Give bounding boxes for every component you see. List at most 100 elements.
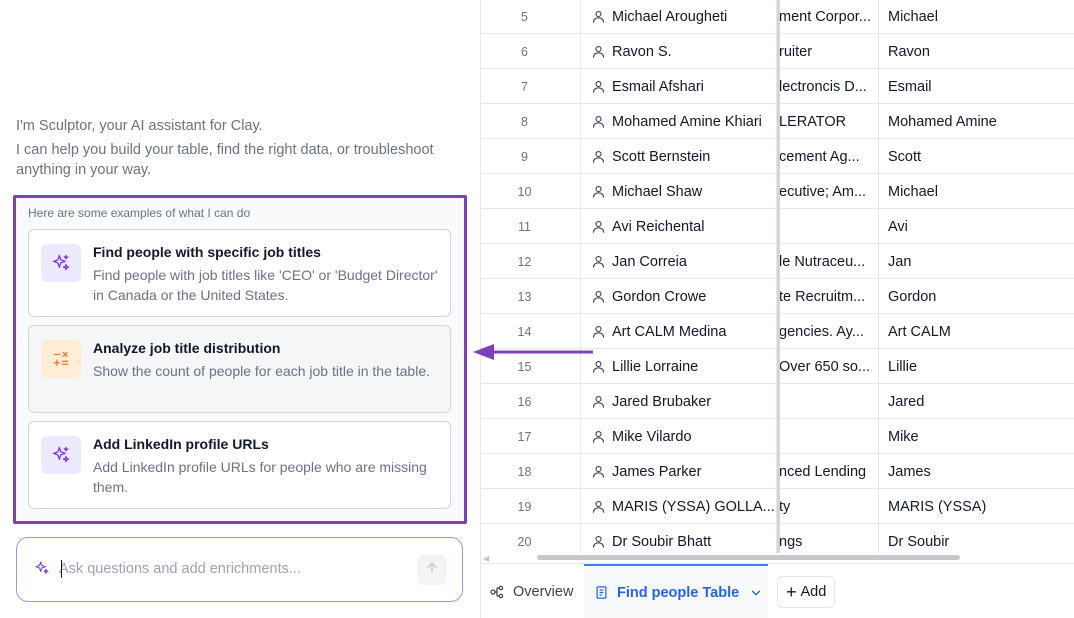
- company-cell[interactable]: ty: [779, 489, 879, 524]
- chevron-down-icon[interactable]: [749, 586, 763, 600]
- scrollbar-thumb[interactable]: [537, 555, 960, 560]
- example-description: Find people with job titles like 'CEO' o…: [93, 267, 438, 303]
- company-cell[interactable]: gencies. Ay...: [779, 314, 879, 349]
- company-cell[interactable]: te Recruitm...: [779, 279, 879, 314]
- first-name-cell[interactable]: Mohamed Amine: [880, 104, 1074, 139]
- example-card-analyze-titles[interactable]: Analyze job title distribution Show the …: [28, 325, 451, 413]
- name-cell[interactable]: Scott Bernstein: [581, 139, 777, 174]
- name-text: Jan Correia: [612, 253, 687, 270]
- name-cell[interactable]: Lillie Lorraine: [581, 349, 777, 384]
- name-text: Mohamed Amine Khiari: [612, 113, 762, 130]
- horizontal-scrollbar[interactable]: ◀: [481, 553, 1074, 563]
- first-name-text: Lillie: [888, 358, 918, 375]
- row-number-text: 14: [517, 324, 532, 339]
- first-name-cell[interactable]: Gordon: [880, 279, 1074, 314]
- row-number: 11: [481, 209, 581, 244]
- first-name-cell[interactable]: Esmail: [880, 69, 1074, 104]
- name-cell[interactable]: Esmail Afshari: [581, 69, 777, 104]
- add-table-button[interactable]: + Add: [777, 576, 836, 608]
- name-cell[interactable]: Jan Correia: [581, 244, 777, 279]
- person-icon: [591, 114, 606, 129]
- person-icon: [591, 429, 606, 444]
- company-cell[interactable]: ment Corpor...: [779, 0, 879, 34]
- name-text: Esmail Afshari: [612, 78, 704, 95]
- company-cell[interactable]: Over 650 so...: [779, 349, 879, 384]
- example-title: Add LinkedIn profile URLs: [93, 436, 269, 452]
- row-number-text: 15: [517, 359, 532, 374]
- example-description: Show the count of people for each job ti…: [93, 363, 431, 379]
- first-name-cell[interactable]: Mike: [880, 419, 1074, 454]
- name-text: James Parker: [612, 463, 702, 480]
- tab-overview[interactable]: Overview: [489, 564, 573, 618]
- company-text: Over 650 so...: [779, 358, 871, 375]
- company-cell[interactable]: LERATOR: [779, 104, 879, 139]
- workflow-icon: [489, 584, 505, 600]
- company-cell[interactable]: nced Lending: [779, 454, 879, 489]
- chat-input[interactable]: [59, 558, 399, 580]
- name-cell[interactable]: Michael Arougheti: [581, 0, 777, 34]
- name-cell[interactable]: Mike Vilardo: [581, 419, 777, 454]
- row-number-text: 7: [521, 79, 528, 94]
- row-number-text: 13: [517, 289, 532, 304]
- name-cell[interactable]: James Parker: [581, 454, 777, 489]
- first-name-cell[interactable]: Ravon: [880, 34, 1074, 69]
- example-card-find-people[interactable]: Find people with specific job titles Fin…: [28, 229, 451, 317]
- tab-label: Find people Table: [617, 584, 740, 601]
- company-cell[interactable]: ruiter: [779, 34, 879, 69]
- first-name-cell[interactable]: MARIS (YSSA): [880, 489, 1074, 524]
- example-card-linkedin-urls[interactable]: Add LinkedIn profile URLs Add LinkedIn p…: [28, 421, 451, 509]
- scroll-left-icon[interactable]: ◀: [483, 554, 489, 563]
- name-text: Jared Brubaker: [612, 393, 712, 410]
- person-icon: [591, 149, 606, 164]
- first-name-cell[interactable]: Michael: [880, 174, 1074, 209]
- intro-line-2: I can help you build your table, find th…: [16, 142, 434, 178]
- first-name-text: Michael: [888, 183, 938, 200]
- first-name-cell[interactable]: Jared: [880, 384, 1074, 419]
- first-name-cell[interactable]: Lillie: [880, 349, 1074, 384]
- first-name-cell[interactable]: Jan: [880, 244, 1074, 279]
- name-cell[interactable]: Ravon S.: [581, 34, 777, 69]
- person-icon: [591, 324, 606, 339]
- name-cell[interactable]: MARIS (YSSA) GOLLA...: [581, 489, 777, 524]
- examples-title: Here are some examples of what I can do: [28, 206, 251, 220]
- row-number: 12: [481, 244, 581, 279]
- tab-find-people-table[interactable]: Find people Table: [584, 564, 768, 618]
- first-name-text: Avi: [888, 218, 908, 235]
- person-icon: [591, 79, 606, 94]
- company-cell[interactable]: cement Ag...: [779, 139, 879, 174]
- company-cell[interactable]: [779, 419, 879, 454]
- company-text: le Nutraceu...: [779, 253, 866, 270]
- send-button[interactable]: [417, 555, 447, 585]
- first-name-cell[interactable]: Michael: [880, 0, 1074, 34]
- name-text: Scott Bernstein: [612, 148, 711, 165]
- company-text: cement Ag...: [779, 148, 860, 165]
- company-cell[interactable]: [779, 209, 879, 244]
- annotation-arrow: [473, 344, 593, 360]
- name-cell[interactable]: Michael Shaw: [581, 174, 777, 209]
- example-title: Analyze job title distribution: [93, 340, 281, 356]
- company-cell[interactable]: le Nutraceu...: [779, 244, 879, 279]
- name-cell[interactable]: Jared Brubaker: [581, 384, 777, 419]
- first-name-cell[interactable]: Avi: [880, 209, 1074, 244]
- company-cell[interactable]: ecutive; Am...: [779, 174, 879, 209]
- person-icon: [591, 499, 606, 514]
- first-name-cell[interactable]: James: [880, 454, 1074, 489]
- name-cell[interactable]: Avi Reichental: [581, 209, 777, 244]
- name-cell[interactable]: Mohamed Amine Khiari: [581, 104, 777, 139]
- chat-input-box[interactable]: [16, 537, 463, 602]
- name-text: Michael Arougheti: [612, 8, 728, 25]
- sparkle-icon: [41, 244, 81, 282]
- company-text: ment Corpor...: [779, 8, 871, 25]
- company-cell[interactable]: lectroncis D...: [779, 69, 879, 104]
- row-number: 5: [481, 0, 581, 34]
- name-cell[interactable]: Gordon Crowe: [581, 279, 777, 314]
- first-name-cell[interactable]: Scott: [880, 139, 1074, 174]
- first-name-cell[interactable]: Art CALM: [880, 314, 1074, 349]
- name-cell[interactable]: Art CALM Medina: [581, 314, 777, 349]
- row-number: 7: [481, 69, 581, 104]
- example-title: Find people with specific job titles: [93, 244, 321, 260]
- column-resize-handle[interactable]: [777, 0, 780, 553]
- row-number-text: 16: [517, 394, 532, 409]
- company-cell[interactable]: [779, 384, 879, 419]
- name-text: MARIS (YSSA) GOLLA...: [612, 498, 775, 515]
